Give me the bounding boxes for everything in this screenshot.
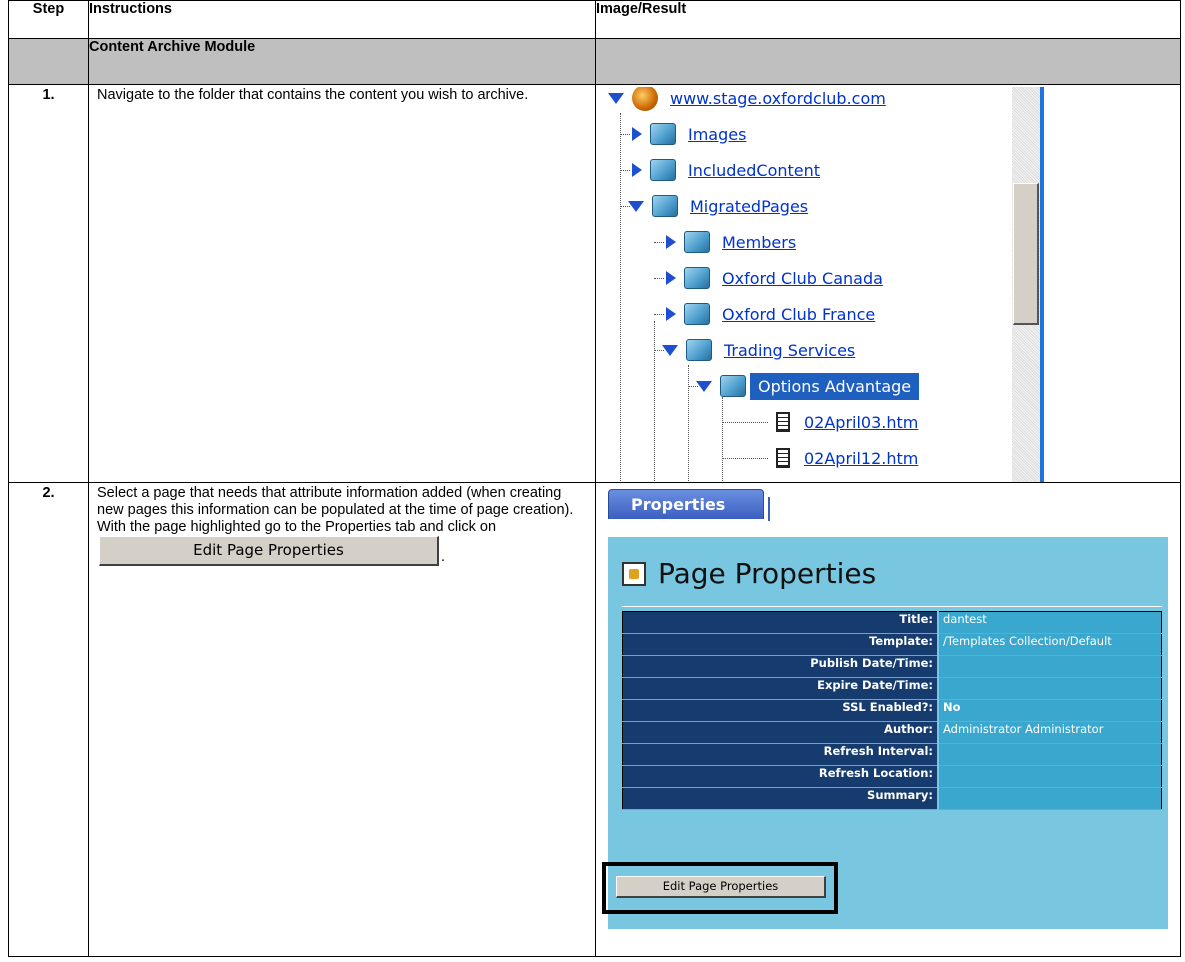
step-text: Select a page that needs that attribute … xyxy=(97,485,574,535)
step-image: www.stage.oxfordclub.com Images Included… xyxy=(595,84,1181,483)
collapse-icon[interactable] xyxy=(696,380,712,392)
step-image: Properties Page Properties Title: dantest… xyxy=(595,482,1181,957)
property-row: Expire Date/Time: xyxy=(622,677,1162,700)
step-number: 2. xyxy=(8,482,89,957)
expand-icon[interactable] xyxy=(632,163,642,177)
tree-link[interactable]: MigratedPages xyxy=(690,197,808,216)
folder-icon xyxy=(684,231,710,253)
step-text-end: . xyxy=(441,549,446,565)
tree-item-trading-services[interactable]: Trading Services xyxy=(662,335,855,365)
step-row-1: 1. Navigate to the folder that contains … xyxy=(8,84,1181,483)
tree-link-root[interactable]: www.stage.oxfordclub.com xyxy=(670,89,886,108)
folder-icon xyxy=(650,159,676,181)
header-row: Step Instructions Image/Result xyxy=(8,0,1181,39)
tree-link[interactable]: Oxford Club France xyxy=(722,305,875,324)
tree-item-members[interactable]: Members xyxy=(666,227,796,257)
folder-icon xyxy=(720,375,746,397)
tree-link[interactable]: IncludedContent xyxy=(688,161,820,180)
scrollbar-thumb[interactable] xyxy=(1013,183,1039,325)
tree-link[interactable]: Members xyxy=(722,233,796,252)
tab-bar: Properties xyxy=(608,487,1180,529)
folder-icon xyxy=(684,267,710,289)
tree-item-images[interactable]: Images xyxy=(632,119,746,149)
property-row: Template:/Templates Collection/Default xyxy=(622,633,1162,656)
section-title: Content Archive Module xyxy=(88,38,596,85)
highlight-box: Edit Page Properties xyxy=(602,862,838,914)
folder-icon xyxy=(652,195,678,217)
expand-icon[interactable] xyxy=(666,271,676,285)
properties-table: Title: dantest Template:/Templates Collec… xyxy=(622,611,1162,810)
folder-icon xyxy=(650,123,676,145)
tree-item-includedcontent[interactable]: IncludedContent xyxy=(632,155,820,185)
tree-link[interactable]: Trading Services xyxy=(724,341,855,360)
header-instructions: Instructions xyxy=(88,0,596,39)
panel-title: Page Properties xyxy=(622,557,876,590)
expand-icon[interactable] xyxy=(632,127,642,141)
header-step: Step xyxy=(8,0,89,39)
folder-icon xyxy=(684,303,710,325)
steps-table: Step Instructions Image/Result Content A… xyxy=(8,0,1181,957)
tree-link[interactable]: Oxford Club Canada xyxy=(722,269,883,288)
tree-item-options-advantage[interactable]: Options Advantage xyxy=(696,371,920,401)
page-properties-icon xyxy=(622,561,646,586)
edit-page-properties-button[interactable]: Edit Page Properties xyxy=(616,876,826,898)
step-number: 1. xyxy=(8,84,89,483)
expand-icon[interactable] xyxy=(666,235,676,249)
folder-tree: www.stage.oxfordclub.com Images Included… xyxy=(608,87,1044,482)
header-image-result: Image/Result xyxy=(595,0,1181,39)
tree-link[interactable]: 02April03.htm xyxy=(804,413,918,432)
step-row-2: 2. Select a page that needs that attribu… xyxy=(8,482,1181,957)
tree-link[interactable]: Images xyxy=(688,125,746,144)
expand-icon[interactable] xyxy=(666,307,676,321)
page-icon xyxy=(776,448,790,468)
tree-link[interactable]: Options Advantage xyxy=(758,377,911,396)
step-instructions: Navigate to the folder that contains the… xyxy=(88,84,596,483)
property-row: Author: Administrator Administrator xyxy=(622,721,1162,744)
tree-item-oxford-club-france[interactable]: Oxford Club France xyxy=(666,299,875,329)
tree-item-02april12[interactable]: 02April12.htm xyxy=(776,443,918,473)
tree-root[interactable]: www.stage.oxfordclub.com xyxy=(608,87,886,113)
tab-properties[interactable]: Properties xyxy=(608,489,764,519)
tree-link[interactable]: 02April12.htm xyxy=(804,449,918,468)
property-row: Publish Date/Time: xyxy=(622,655,1162,678)
folder-icon xyxy=(686,339,712,361)
tree-item-02april03[interactable]: 02April03.htm xyxy=(776,407,918,437)
collapse-icon[interactable] xyxy=(628,200,644,212)
tree-scrollbar[interactable] xyxy=(1012,87,1040,482)
property-row: Refresh Interval: xyxy=(622,743,1162,766)
edit-page-properties-inline-button[interactable]: Edit Page Properties xyxy=(99,536,439,566)
site-icon xyxy=(632,87,658,111)
instruction-document: Step Instructions Image/Result Content A… xyxy=(8,0,1181,962)
property-row: Summary: xyxy=(622,787,1162,810)
collapse-icon[interactable] xyxy=(608,92,624,104)
step-instructions: Select a page that needs that attribute … xyxy=(88,482,596,957)
property-row: Refresh Location: xyxy=(622,765,1162,788)
collapse-icon[interactable] xyxy=(662,344,678,356)
property-row: SSL Enabled?: No xyxy=(622,699,1162,722)
tree-item-migratedpages[interactable]: MigratedPages xyxy=(628,191,808,221)
panel-title-text: Page Properties xyxy=(658,557,877,590)
page-properties-panel: Page Properties Title: dantest Template: /… xyxy=(602,537,1168,929)
section-row: Content Archive Module xyxy=(8,38,1181,85)
tree-item-oxford-club-canada[interactable]: Oxford Club Canada xyxy=(666,263,883,293)
page-icon xyxy=(776,412,790,432)
property-row: Title: dantest xyxy=(622,611,1162,634)
